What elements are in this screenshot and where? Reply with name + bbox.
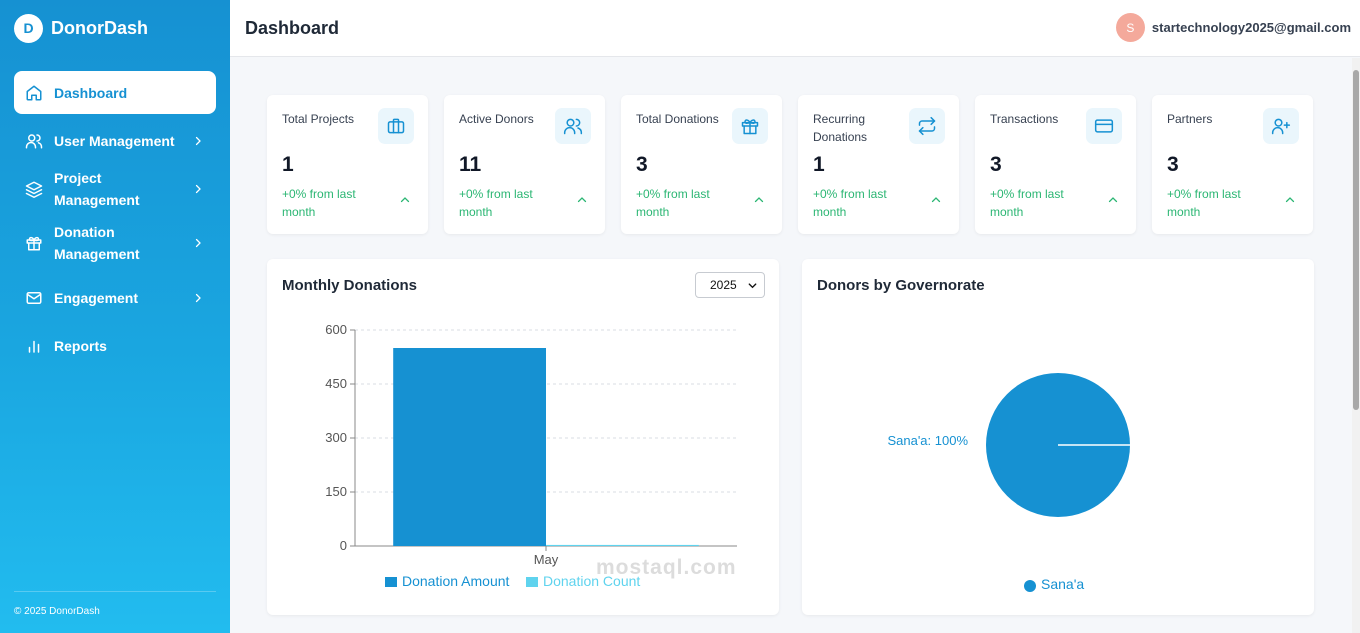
stat-title: Total Projects (282, 112, 355, 126)
scrollbar-thumb[interactable] (1353, 70, 1359, 410)
y-tick-label: 600 (325, 322, 347, 337)
legend-label: Sana'a (1041, 576, 1084, 592)
stat-value: 3 (1167, 153, 1179, 176)
sidebar-item-reports[interactable]: Reports (14, 324, 216, 367)
sidebar-item-label: Donation Management (54, 224, 140, 262)
sidebar-item-label: Dashboard (54, 84, 128, 101)
stat-title: Active Donors (459, 112, 534, 126)
stat-change: +0% from last month (1167, 187, 1241, 219)
credit-card-icon (1086, 108, 1122, 144)
watermark: mostaql.com (596, 556, 737, 579)
sidebar-item-dashboard[interactable]: Dashboard (14, 71, 216, 114)
stat-change: +0% from last month (813, 187, 887, 219)
sidebar-item-label: Engagement (54, 289, 139, 306)
sidebar-footer: © 2025 DonorDash (14, 591, 216, 617)
chevron-up-icon (1285, 197, 1295, 203)
y-tick-label: 450 (325, 376, 347, 391)
y-tick-label: 150 (325, 484, 347, 499)
brand-name: DonorDash (51, 17, 149, 38)
chevron-up-icon (400, 197, 410, 203)
chevron-up-icon (1108, 197, 1118, 203)
sidebar-nav: Dashboard User Management Project Manage… (0, 71, 230, 367)
legend-swatch (526, 577, 538, 587)
stat-value: 11 (459, 153, 482, 176)
brand-logo: D (14, 13, 43, 43)
stat-change: +0% from last month (636, 187, 710, 219)
page-title: Dashboard (245, 17, 340, 38)
donors-by-governorate-card: Donors by Governorate Sana'a: 100% Sana'a (802, 259, 1314, 615)
sidebar-item-donation-management[interactable]: Donation Management (14, 215, 216, 271)
stat-value: 3 (990, 153, 1002, 176)
bar-donation-amount (393, 348, 546, 546)
chevron-right-icon (195, 238, 201, 248)
sidebar: D DonorDash Dashboard User Management Pr… (0, 0, 230, 633)
y-tick-label: 0 (340, 538, 347, 553)
stat-value: 1 (813, 153, 825, 176)
sidebar-item-project-management[interactable]: Project Management (14, 167, 216, 210)
chevron-right-icon (195, 136, 201, 145)
user-plus-icon (1263, 108, 1299, 144)
stat-title: Recurring Donations (813, 112, 868, 144)
gift-icon (24, 233, 44, 253)
stat-value: 3 (636, 153, 648, 176)
user-menu[interactable]: S startechnology2025@gmail.com (1115, 13, 1351, 42)
stat-title: Transactions (990, 112, 1059, 126)
bar-donation-count (546, 544, 699, 546)
stat-card-recurring-donations: Recurring Donations 1 +0% from last mont… (798, 95, 959, 234)
repeat-icon (909, 108, 945, 144)
x-tick-label: May (534, 552, 559, 567)
layers-icon (24, 179, 44, 199)
stat-card-transactions: Transactions 3 +0% from last month (975, 95, 1136, 234)
user-email: startechnology2025@gmail.com (1151, 20, 1351, 35)
chevron-up-icon (577, 197, 587, 203)
chevron-right-icon (195, 184, 201, 193)
chevron-right-icon (195, 293, 201, 302)
gift-icon (732, 108, 768, 144)
users-icon (24, 131, 44, 151)
stat-title: Partners (1167, 112, 1213, 126)
stat-card-partners: Partners 3 +0% from last month (1152, 95, 1313, 234)
mail-icon (24, 288, 44, 308)
users-icon (555, 108, 591, 144)
chevron-up-icon (754, 197, 764, 203)
stat-card-total-donations: Total Donations 3 +0% from last month (621, 95, 782, 234)
legend-swatch (1024, 580, 1036, 592)
stat-title: Total Donations (636, 112, 719, 126)
pie-data-label: Sana'a: 100% (887, 433, 968, 448)
sidebar-item-label: User Management (54, 132, 175, 149)
sidebar-item-label: Project Management (54, 169, 140, 208)
briefcase-icon (378, 108, 414, 144)
chevron-up-icon (931, 197, 941, 203)
y-tick-label: 300 (325, 430, 347, 445)
sidebar-item-label: Reports (54, 337, 107, 354)
page-scrollbar[interactable] (1352, 58, 1360, 633)
legend-label: Donation Amount (402, 573, 510, 589)
avatar[interactable]: S (1115, 13, 1145, 42)
stat-change: +0% from last month (459, 187, 533, 219)
stat-card-active-donors: Active Donors 11 +0% from last month (444, 95, 605, 234)
stat-change: +0% from last month (990, 187, 1064, 219)
sidebar-item-user-management[interactable]: User Management (14, 119, 216, 162)
legend-swatch (385, 577, 397, 587)
home-icon (24, 83, 44, 103)
stat-card-total-projects: Total Projects 1 +0% from last month (267, 95, 428, 234)
top-header: Dashboard S startechnology2025@gmail.com (230, 0, 1360, 57)
bar-chart-icon (24, 336, 44, 356)
sidebar-item-engagement[interactable]: Engagement (14, 276, 216, 319)
brand[interactable]: D DonorDash (0, 0, 230, 56)
stat-change: +0% from last month (282, 187, 356, 219)
stat-value: 1 (282, 153, 294, 176)
governorate-pie-chart: Sana'a: 100% Sana'a (887, 373, 1130, 592)
